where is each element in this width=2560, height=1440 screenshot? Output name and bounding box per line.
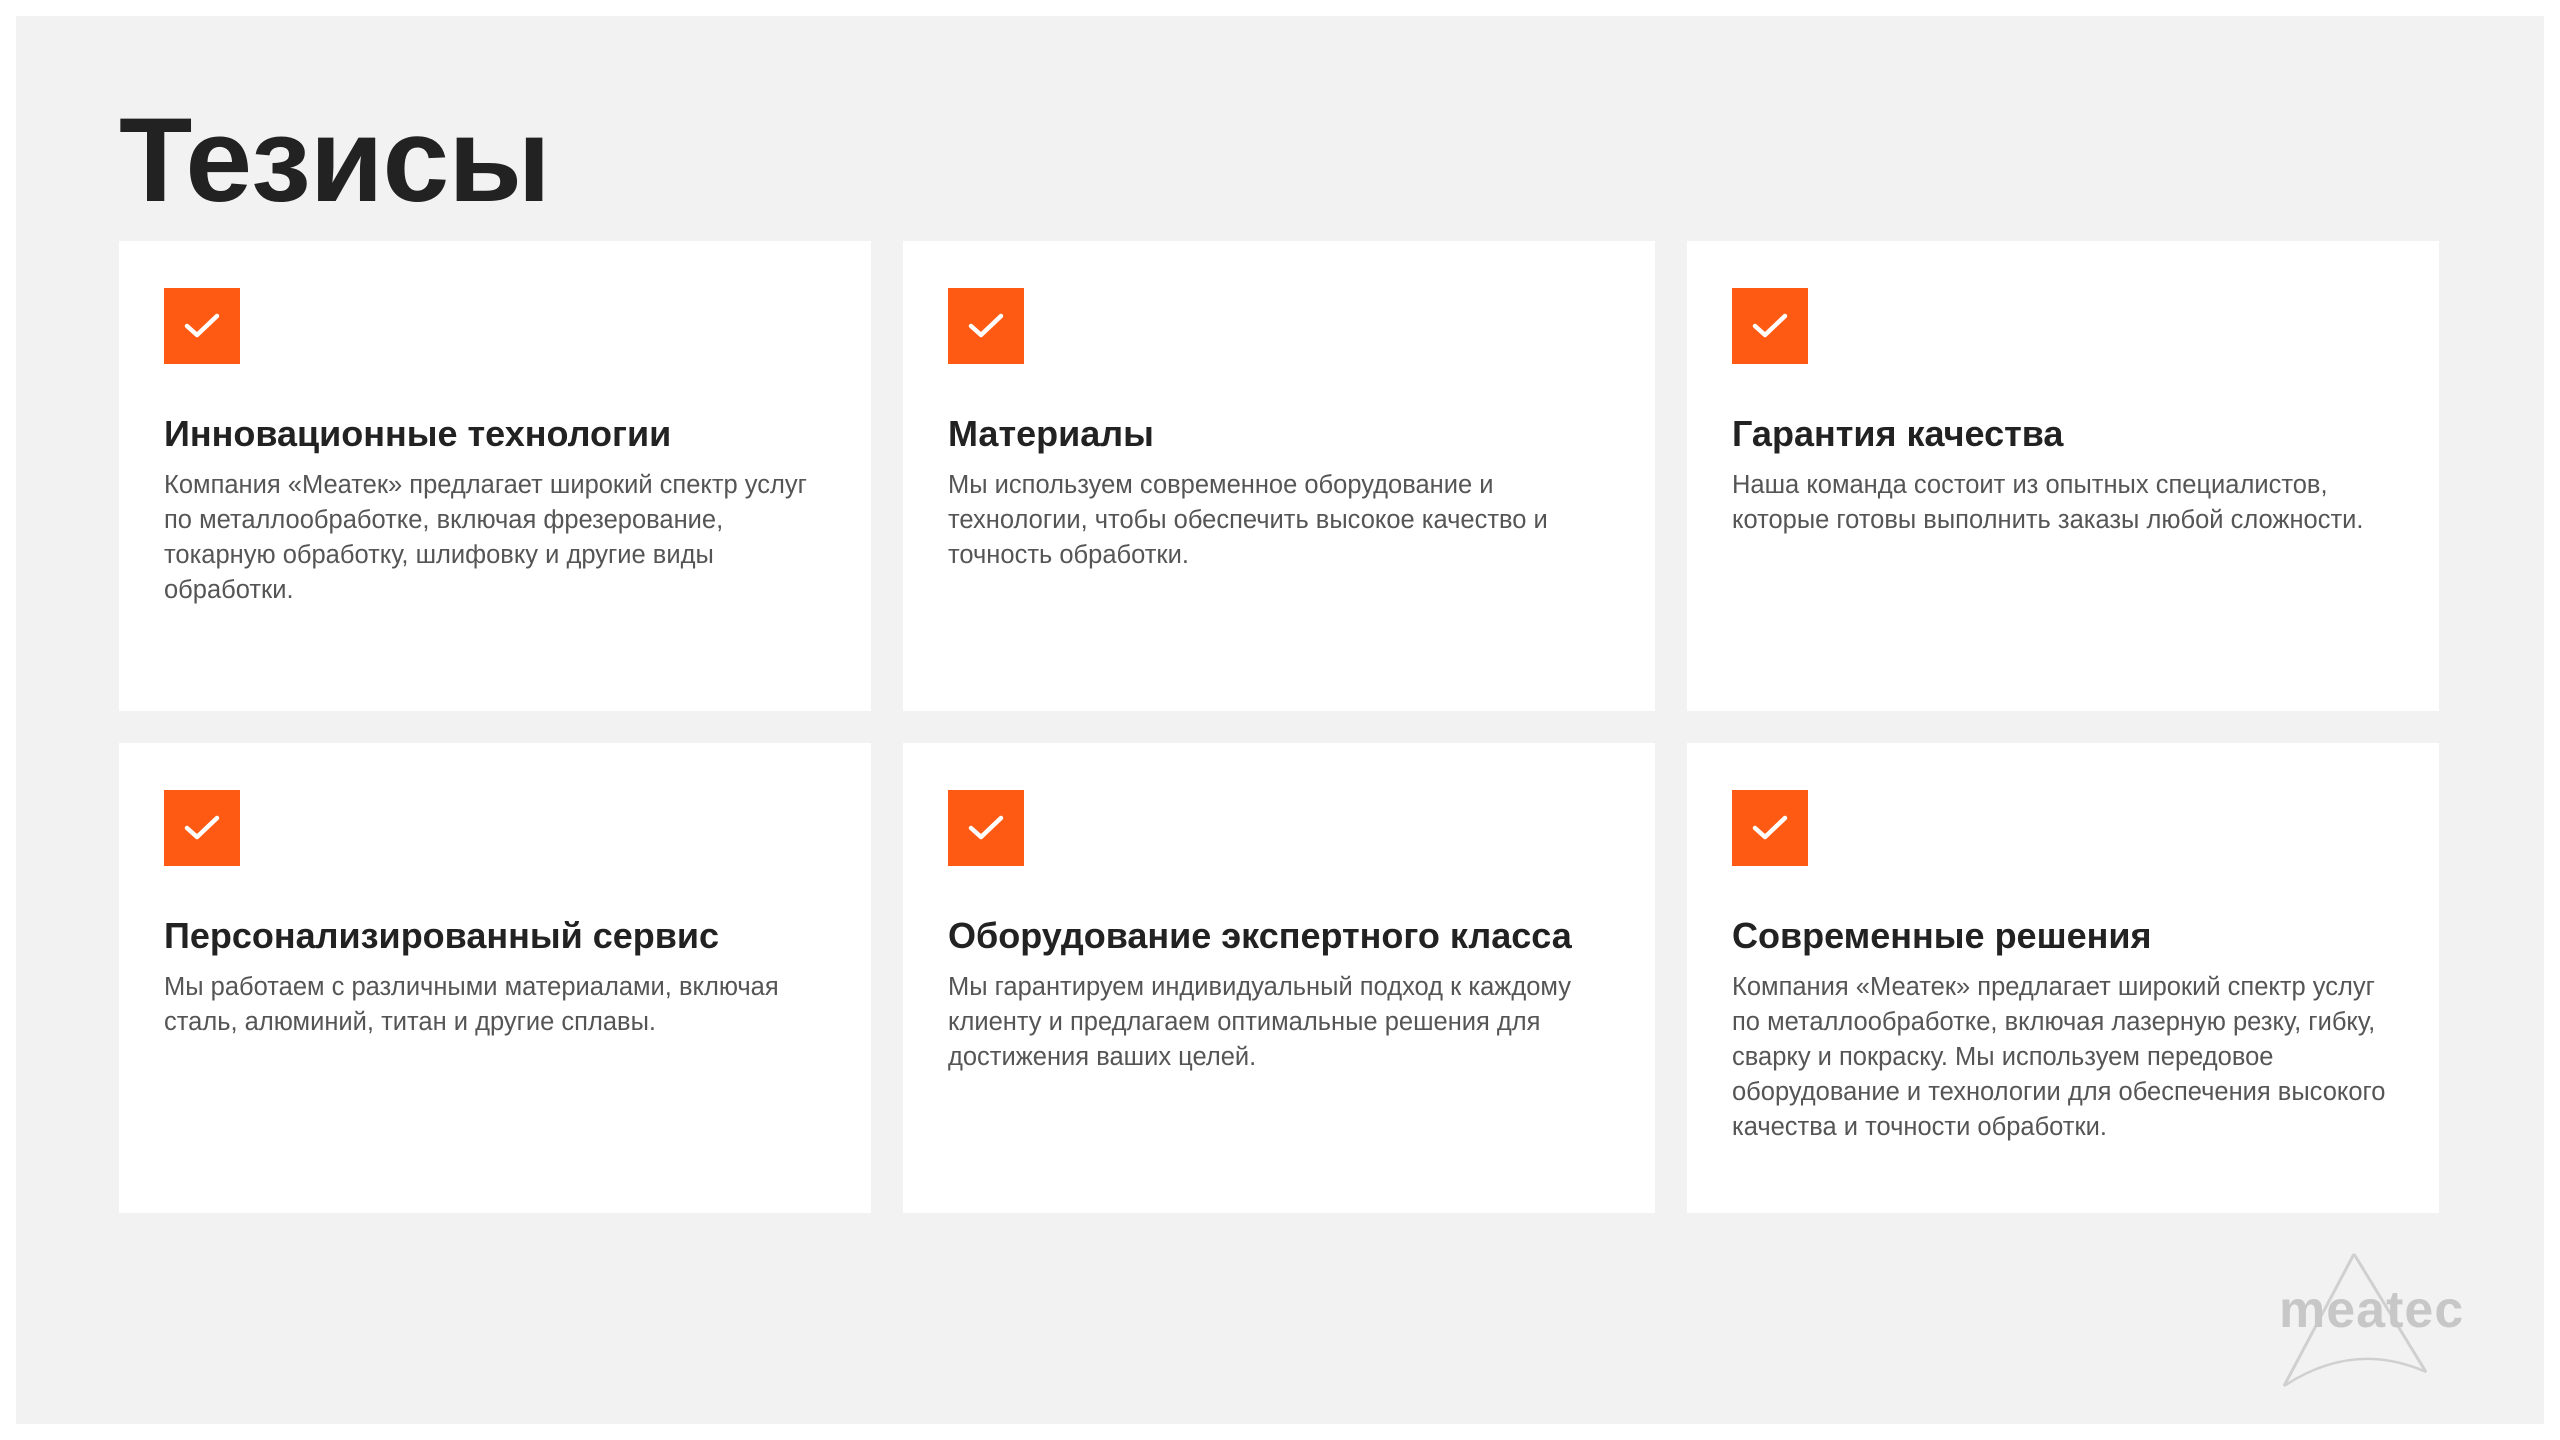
thesis-text: Мы используем современное оборудование и… [948,471,1548,569]
thesis-title: Материалы [948,413,1154,454]
checkmark-icon [948,288,1024,364]
thesis-text: Наша команда состоит из опытных специали… [1732,471,2364,534]
thesis-text: Мы гарантируем индивидуальный подход к к… [948,973,1571,1071]
thesis-card: Инновационные технологии Компания «Меате… [119,241,871,711]
thesis-card: Оборудование экспертного класса Мы гаран… [903,743,1655,1213]
thesis-text: Компания «Меатек» предлагает широкий спе… [1732,973,2386,1141]
page-title: Тезисы [119,93,551,227]
thesis-card: Персонализированный сервис Мы работаем с… [119,743,871,1213]
thesis-text: Мы работаем с различными материалами, вк… [164,973,779,1036]
thesis-title: Современные решения [1732,915,2152,956]
thesis-title: Персонализированный сервис [164,915,720,956]
checkmark-icon [164,288,240,364]
thesis-title: Инновационные технологии [164,413,672,454]
logo-text: meatec [2279,1281,2465,1339]
slide: Тезисы Инновационные технологии Компания… [16,16,2544,1424]
theses-grid: Инновационные технологии Компания «Меате… [119,241,2439,1213]
meatec-logo: meatec [2254,1248,2463,1393]
checkmark-icon [164,790,240,866]
thesis-text: Компания «Меатек» предлагает широкий спе… [164,471,807,604]
thesis-title: Оборудование экспертного класса [948,915,1572,956]
thesis-title: Гарантия качества [1732,413,2064,454]
thesis-card: Гарантия качества Наша команда состоит и… [1687,241,2439,711]
checkmark-icon [948,790,1024,866]
checkmark-icon [1732,288,1808,364]
checkmark-icon [1732,790,1808,866]
thesis-card: Современные решения Компания «Меатек» пр… [1687,743,2439,1213]
thesis-card: Материалы Мы используем современное обор… [903,241,1655,711]
